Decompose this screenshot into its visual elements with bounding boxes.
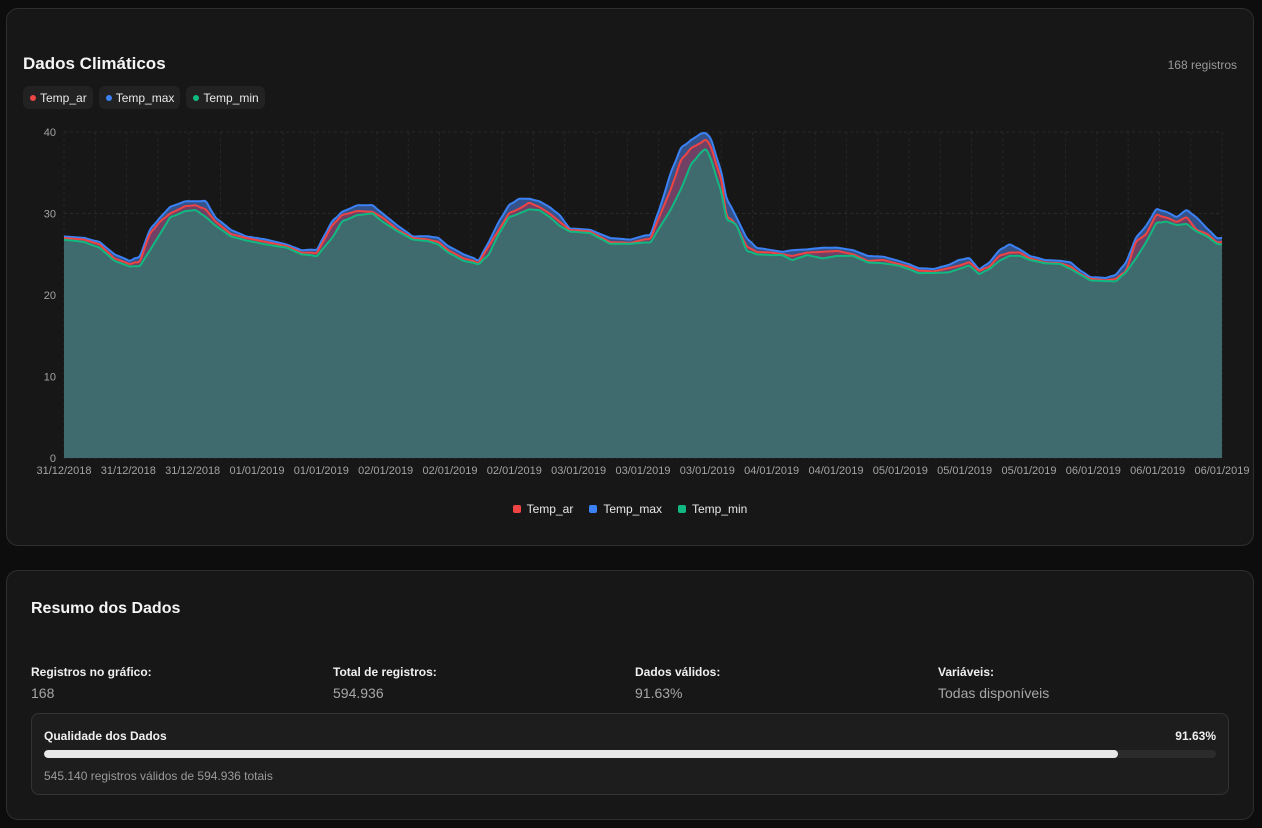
stat-variables: Variáveis: Todas disponíveis [938, 665, 1218, 701]
temp-min-swatch-icon [678, 505, 686, 513]
x-tick-label: 02/01/2019 [358, 465, 413, 477]
y-tick-label: 20 [44, 290, 56, 302]
x-tick-label: 01/01/2019 [229, 465, 284, 477]
stat-chart-records: Registros no gráfico: 168 [31, 665, 311, 701]
x-tick-label: 03/01/2019 [615, 465, 670, 477]
x-tick-label: 02/01/2019 [487, 465, 542, 477]
legend-label: Temp_ar [526, 502, 574, 516]
legend-label: Temp_max [603, 502, 662, 516]
x-tick-label: 03/01/2019 [680, 465, 735, 477]
quality-progress-fill [44, 750, 1118, 758]
x-tick-label: 06/01/2019 [1194, 465, 1249, 477]
stat-value: 594.936 [333, 685, 384, 701]
x-tick-label: 03/01/2019 [551, 465, 606, 477]
legend-item-temp-min[interactable]: Temp_min [678, 502, 747, 516]
stat-valid-data: Dados válidos: 91.63% [635, 665, 915, 701]
data-quality-panel: Qualidade dos Dados 91.63% 545.140 regis… [31, 713, 1229, 795]
x-tick-label: 06/01/2019 [1066, 465, 1121, 477]
stat-label: Variáveis: [938, 665, 995, 679]
x-tick-label: 31/12/2018 [165, 465, 220, 477]
quality-percent: 91.63% [1175, 729, 1216, 743]
stat-total-records: Total de registros: 594.936 [333, 665, 613, 701]
summary-title: Resumo dos Dados [31, 600, 181, 617]
area-temp-min [64, 149, 1222, 459]
stat-label: Total de registros: [333, 665, 437, 679]
y-tick-label: 30 [44, 209, 56, 221]
temp-ar-swatch-icon [512, 505, 521, 513]
x-tick-label: 04/01/2019 [744, 465, 799, 477]
summary-card: Resumo dos Dados Registros no gráfico: 1… [6, 570, 1254, 820]
x-tick-label: 04/01/2019 [808, 465, 863, 477]
stat-label: Dados válidos: [635, 665, 721, 679]
x-tick-label: 05/01/2019 [937, 465, 992, 477]
stat-value: 168 [31, 685, 55, 701]
x-tick-label: 05/01/2019 [1001, 465, 1056, 477]
climate-chart: 0 10 20 30 40 31/12/2018 31/12/2018 31/12/2018 0… [36, 127, 1249, 477]
y-tick-label: 10 [44, 372, 56, 384]
quality-label: Qualidade dos Dados [44, 729, 167, 743]
legend-item-temp-ar[interactable]: Temp_ar [512, 502, 574, 516]
legend-item-temp-max[interactable]: Temp_max [589, 502, 662, 516]
quality-note: 545.140 registros válidos de 594.936 tot… [44, 769, 273, 783]
x-tick-label: 05/01/2019 [873, 465, 928, 477]
chart-legend: Temp_ar Temp_max Temp_min [7, 502, 1253, 516]
area-layer [64, 132, 1222, 459]
stat-value: 91.63% [635, 685, 683, 701]
y-tick-label: 0 [50, 453, 56, 465]
x-tick-label: 31/12/2018 [101, 465, 156, 477]
temp-max-swatch-icon [589, 505, 598, 513]
y-tick-label: 40 [44, 127, 56, 139]
stat-value: Todas disponíveis [938, 685, 1050, 701]
stat-label: Registros no gráfico: [31, 665, 152, 679]
quality-progress-bar [44, 750, 1216, 758]
chart-card: Dados Climáticos 168 registros Temp_ar T… [6, 8, 1254, 546]
legend-label: Temp_min [692, 502, 748, 516]
x-tick-label: 02/01/2019 [422, 465, 477, 477]
x-tick-label: 06/01/2019 [1130, 465, 1185, 477]
x-tick-label: 01/01/2019 [294, 465, 349, 477]
x-tick-label: 31/12/2018 [36, 465, 91, 477]
